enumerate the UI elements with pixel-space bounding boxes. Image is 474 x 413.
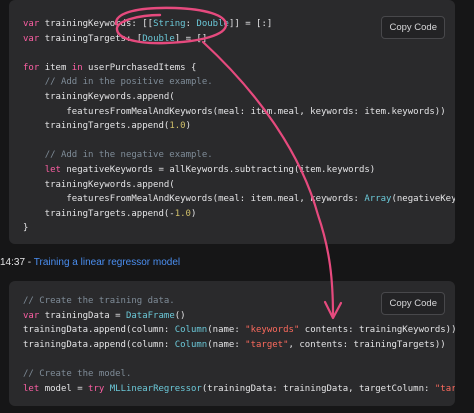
code-line: trainingData.append(column: Column(name:… xyxy=(23,323,455,338)
code-line: trainingTargets.append(-1.0) xyxy=(23,207,455,222)
code-line: // Add in the negative example. xyxy=(23,148,455,163)
code-line: for item in userPurchasedItems { xyxy=(23,61,455,76)
code-token: , contents: trainingTargets)) xyxy=(288,339,446,350)
code-line: trainingTargets.append(1.0) xyxy=(23,119,455,134)
code-token: (name: xyxy=(207,339,246,350)
code-token: trainingKeywords.append( xyxy=(23,179,175,190)
timestamp-separator: - xyxy=(25,257,34,268)
code-token: trainingData.append(column: xyxy=(23,339,175,350)
code-token: ] = [] xyxy=(174,33,208,44)
code-token: } xyxy=(23,223,29,234)
code-token: contents: trainingKeywords)) xyxy=(299,325,455,336)
code-block-features: var trainingKeywords: [[String: Double]]… xyxy=(9,0,455,244)
code-token: trainingData.append(column: xyxy=(23,325,175,336)
code-token: DataFrame xyxy=(125,310,175,321)
code-token: userPurchasedItems { xyxy=(88,62,197,73)
code-line: // Create the model. xyxy=(23,367,455,382)
code-token: in xyxy=(71,62,89,73)
code-token: // Create the model. xyxy=(23,368,132,379)
code-token: trainingTargets: [ xyxy=(44,33,143,44)
code-token: 1.0 xyxy=(169,121,186,132)
code-token: Column xyxy=(174,325,208,336)
code-token: // Add in the negative example. xyxy=(44,150,213,161)
code-token: trainingData = xyxy=(44,310,126,321)
code-token: let xyxy=(44,164,67,175)
code-token: var xyxy=(23,33,45,44)
code-token: (trainingData: trainingData, targetColum… xyxy=(201,383,435,394)
code-token: trainingKeywords.append( xyxy=(23,91,175,102)
code-token: Column xyxy=(174,339,208,350)
chapter-link[interactable]: Training a linear regressor model xyxy=(34,257,180,268)
code-token: (negativeKeywords))) xyxy=(391,194,455,205)
code-line: featuresFromMealAndKeywords(meal: item.m… xyxy=(23,105,455,120)
code-token: String xyxy=(153,19,186,29)
code-token: Array xyxy=(364,194,392,205)
code-token: "target" xyxy=(434,383,455,394)
code-token: featuresFromMealAndKeywords(meal: item.m… xyxy=(23,106,446,117)
code-token: negativeKeywords = allKeywords.subtracti… xyxy=(66,164,376,175)
code-token: "keywords" xyxy=(245,325,300,336)
code-line: } xyxy=(23,221,455,236)
code-token: var xyxy=(23,19,45,29)
code-line: let negativeKeywords = allKeywords.subtr… xyxy=(23,163,455,178)
code-token: // Create the training data. xyxy=(23,296,175,306)
code-token: trainingTargets.append( xyxy=(23,121,170,132)
code-line: trainingData.append(column: Column(name:… xyxy=(23,338,455,353)
code-token: () xyxy=(174,310,186,321)
code-token: model = xyxy=(44,383,89,394)
code-token: Double xyxy=(196,19,229,29)
code-token: trainingTargets.append(- xyxy=(23,208,175,219)
code-token: let xyxy=(23,383,45,394)
code-line: trainingKeywords.append( xyxy=(23,90,455,105)
code-line: // Add in the positive example. xyxy=(23,75,455,90)
code-text: var trainingKeywords: [[String: Double]]… xyxy=(23,17,455,236)
code-token: // Add in the positive example. xyxy=(44,77,213,88)
copy-code-button[interactable]: Copy Code xyxy=(381,16,445,39)
code-token: for xyxy=(23,62,45,73)
code-token: "target" xyxy=(245,339,289,350)
code-token: ) xyxy=(185,121,191,132)
code-token: MLLinearRegressor xyxy=(109,383,202,394)
chapter-timestamp-row: 14:37 - Training a linear regressor mode… xyxy=(0,257,180,268)
code-token: item xyxy=(44,62,72,73)
code-block-training: // Create the training data. var training… xyxy=(9,281,455,406)
code-token: ]] = [:] xyxy=(228,19,273,29)
code-token: featuresFromMealAndKeywords(meal: item.m… xyxy=(23,194,365,205)
code-line: trainingKeywords.append( xyxy=(23,178,455,193)
code-token: ) xyxy=(190,208,197,219)
code-token: trainingKeywords: [[ xyxy=(44,19,154,29)
timestamp[interactable]: 14:37 xyxy=(0,257,25,268)
code-line: featuresFromMealAndKeywords(meal: item.m… xyxy=(23,192,455,207)
code-token: 1.0 xyxy=(174,208,191,219)
code-line: let model = try MLLinearRegressor(traini… xyxy=(23,382,455,397)
code-token: Double xyxy=(142,33,175,44)
code-token: : xyxy=(185,19,197,29)
code-token: (name: xyxy=(207,325,246,336)
code-token: try xyxy=(88,383,110,394)
copy-code-button[interactable]: Copy Code xyxy=(381,292,445,315)
code-token: var xyxy=(23,310,45,321)
